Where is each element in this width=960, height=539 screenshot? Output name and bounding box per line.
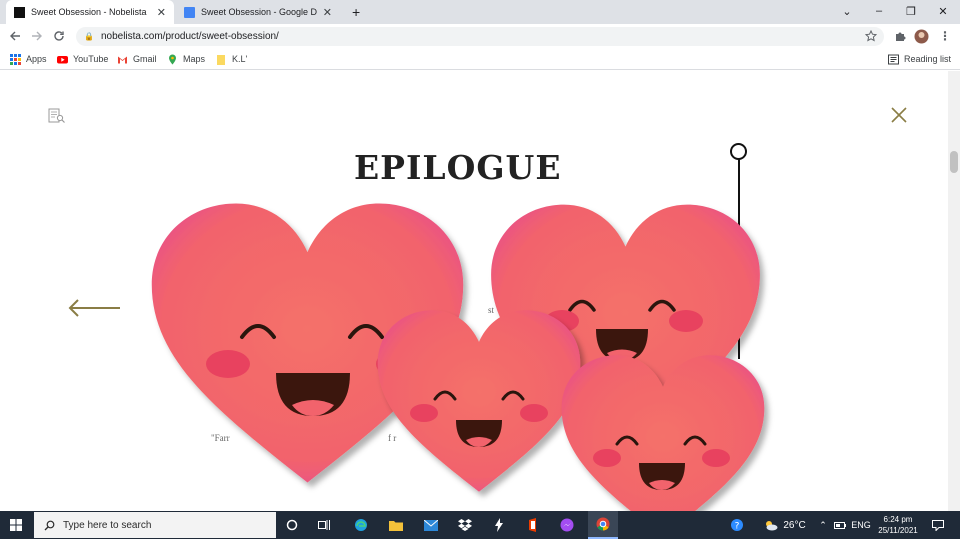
mail-icon[interactable] [418,511,444,539]
circle-icon [286,519,298,531]
question-icon: ? [731,519,743,532]
reload-button[interactable] [50,27,68,45]
puzzle-icon [896,32,906,41]
windows-taskbar: Type here to search ? 26°C ⌃ ENG 6:24 pm [0,511,960,539]
minimize-button[interactable]: – [864,0,894,22]
tab-label: Sweet Obsession - Nobelista [31,7,147,17]
folder-glyph-icon [389,521,403,531]
youtube-icon [57,55,68,63]
windows-logo-icon [10,519,22,531]
address-bar[interactable]: 🔒 nobelista.com/product/sweet-obsession/ [76,27,884,46]
messenger-glyph-icon [560,518,574,532]
start-button[interactable] [0,511,32,539]
arrow-left-icon [10,31,20,41]
tab-strip: Sweet Obsession - Nobelista ✕ Sweet Obse… [0,0,960,24]
svg-text:?: ? [735,522,740,532]
bookmark-youtube[interactable]: YouTube [57,52,108,66]
weather-cloud-icon [766,520,778,530]
apps-icon [10,53,21,65]
chevron-up-icon[interactable]: ⌃ [815,511,831,539]
menu-kebab-icon[interactable]: ⋮ [936,27,954,45]
avatar-icon [914,29,928,43]
lightning-icon [495,518,503,532]
weather-temperature: 26°C [783,519,806,531]
notification-glyph-icon [932,519,944,531]
weather-widget[interactable]: 26°C [760,511,810,539]
cortana-icon[interactable] [280,511,304,539]
edge-icon[interactable] [348,511,374,539]
reload-icon [54,31,64,41]
search-icon [44,520,55,530]
bookmark-gmail[interactable]: Gmail [117,52,157,66]
taskbar-search-box[interactable]: Type here to search [34,512,276,538]
forward-button[interactable] [28,27,46,45]
edge-glyph-icon [355,519,367,531]
notifications-icon[interactable] [928,511,948,539]
reading-list-button[interactable]: Reading list [888,52,951,66]
bookmark-kl[interactable]: K.L' [216,52,247,66]
nobelista-icon [14,6,25,18]
clock-time: 6:24 pm [883,515,913,524]
folder-icon [217,54,225,65]
back-button[interactable] [6,27,24,45]
tab-sweet-obsession-google-docs[interactable]: Sweet Obsession - Google Docs ✕ [176,0,340,24]
tab-sweet-obsession-nobelista[interactable]: Sweet Obsession - Nobelista ✕ [6,0,174,24]
battery-glyph-icon [834,521,846,529]
heart-sticker-middle [377,310,581,492]
dropbox-icon[interactable] [452,511,478,539]
office-icon[interactable] [520,511,546,539]
profile-avatar[interactable] [912,27,930,45]
clock[interactable]: 6:24 pm 25/11/2021 [872,511,924,539]
browser-toolbar: 🔒 nobelista.com/product/sweet-obsession/… [0,24,960,48]
clock-date: 25/11/2021 [878,526,918,535]
language-indicator[interactable]: ENG [850,511,872,539]
bookmark-maps[interactable]: Maps [167,52,205,66]
close-icon[interactable]: ✕ [323,6,332,19]
office-glyph-icon [529,518,536,532]
envelope-icon [424,519,438,531]
url-text: nobelista.com/product/sweet-obsession/ [100,31,279,42]
star-icon [865,30,877,42]
bookmarks-bar: Apps YouTube Gmail Maps K.L' Reading lis… [0,48,960,70]
help-icon[interactable]: ? [726,511,748,539]
arrow-right-icon [32,31,42,41]
search-placeholder: Type here to search [63,519,152,531]
new-tab-button[interactable]: + [344,0,370,24]
page-scrollbar[interactable] [948,71,960,511]
extensions-button[interactable] [891,27,909,45]
tab-label: Sweet Obsession - Google Docs [201,7,317,17]
bookmark-label: Apps [26,54,47,64]
bookmark-label: Gmail [133,54,157,64]
chrome-taskbar-icon[interactable] [588,511,618,539]
file-explorer-icon[interactable] [383,511,409,539]
maps-icon [169,54,176,64]
bookmark-label: K.L' [232,54,248,64]
heart-stickers-overlay [151,203,765,511]
tab-search-icon[interactable]: ⌄ [832,0,862,22]
battery-icon[interactable] [832,511,848,539]
reading-list-icon [888,54,899,64]
page-viewport: EPILOGUE do st e ne "Farr f r [0,71,948,511]
bookmark-apps[interactable]: Apps [10,52,47,66]
reading-list-label: Reading list [904,54,952,64]
task-view-glyph-icon [317,520,330,530]
google-docs-icon [184,6,195,18]
restore-button[interactable]: ❐ [896,0,926,22]
close-window-button[interactable]: ✕ [928,0,958,22]
bookmark-label: YouTube [73,54,109,64]
messenger-icon[interactable] [554,511,580,539]
task-view-icon[interactable] [312,511,336,539]
bookmark-label: Maps [183,54,206,64]
lock-icon: 🔒 [84,32,94,41]
bookmark-star-button[interactable] [862,27,880,45]
scrollbar-thumb[interactable] [950,151,958,173]
close-icon[interactable]: ✕ [157,6,166,19]
app-lightning-icon[interactable] [486,511,512,539]
chrome-glyph-icon [596,517,610,531]
dropbox-glyph-icon [458,519,472,531]
gmail-icon [118,56,127,63]
